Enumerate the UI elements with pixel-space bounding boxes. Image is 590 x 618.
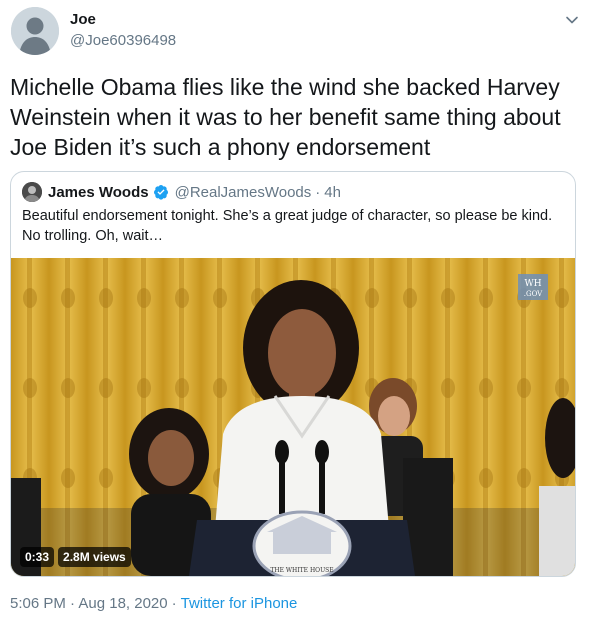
footer-separator: ·: [171, 595, 177, 612]
tweet-menu-button[interactable]: [564, 12, 580, 28]
author-block: Joe @Joe60396498: [70, 10, 176, 51]
quoted-dot-separator: ·: [315, 183, 321, 201]
quoted-tweet-text: Beautiful endorsement tonight. She’s a g…: [22, 208, 553, 244]
quoted-author-name: James Woods: [48, 183, 149, 201]
podium-seal-text: THE WHITE HOUSE: [270, 567, 333, 574]
wh-watermark-line2: .GOV: [524, 290, 543, 298]
video-badges: 0:33 2.8M views: [20, 547, 131, 567]
author-avatar[interactable]: [11, 7, 59, 55]
video-view-count: 2.8M views: [58, 547, 131, 567]
default-profile-icon: [11, 7, 59, 55]
author-name[interactable]: Joe: [70, 10, 176, 30]
tweet-text: Michelle Obama flies like the wind she b…: [10, 74, 561, 160]
video-duration: 0:33: [20, 547, 55, 567]
video-thumbnail: WH .GOV THE WHITE HOUSE: [11, 258, 575, 576]
video-player[interactable]: WH .GOV THE WHITE HOUSE 0:33 2.8M views: [11, 258, 575, 576]
author-handle[interactable]: @Joe60396498: [70, 31, 176, 51]
quoted-tweet-header: James Woods @RealJamesWoods · 4h: [22, 182, 341, 202]
tweet-footer: 5:06 PM · Aug 18, 2020 · Twitter for iPhon…: [10, 594, 297, 614]
quoted-tweet-time: 4h: [324, 183, 341, 201]
tweet-timestamp[interactable]: 5:06 PM · Aug 18, 2020: [10, 595, 168, 612]
quoted-tweet-card[interactable]: James Woods @RealJamesWoods · 4h Beautif…: [10, 171, 576, 577]
tweet-source-link[interactable]: Twitter for iPhone: [181, 595, 298, 612]
chevron-down-icon: [566, 16, 578, 24]
quoted-author-avatar: [22, 182, 42, 202]
quoted-author-handle: @RealJamesWoods: [174, 183, 312, 201]
verified-badge-icon: [153, 185, 168, 200]
wh-watermark-line1: WH: [524, 279, 541, 289]
quoted-avatar-photo-icon: [22, 182, 42, 202]
